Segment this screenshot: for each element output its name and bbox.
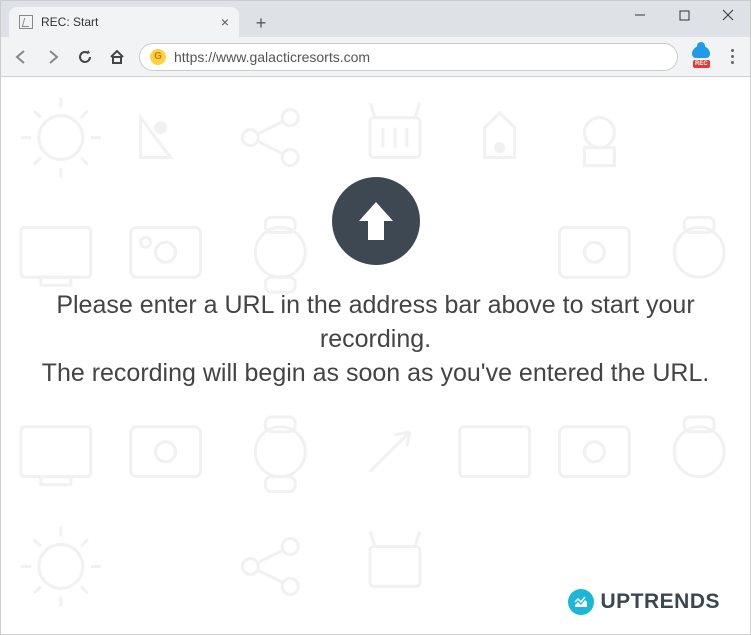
page-content: Please enter a URL in the address bar ab… [1, 77, 750, 635]
window-titlebar: REC: Start × + [1, 1, 750, 37]
recorder-extension-icon[interactable]: REC [690, 46, 712, 68]
home-button[interactable] [107, 47, 127, 67]
close-tab-icon[interactable]: × [221, 14, 229, 30]
forward-button[interactable] [43, 47, 63, 67]
new-tab-button[interactable]: + [247, 9, 275, 37]
reload-button[interactable] [75, 47, 95, 67]
browser-tab[interactable]: REC: Start × [9, 7, 239, 37]
brand-name: UPTRENDS [600, 590, 720, 614]
window-controls [618, 1, 750, 29]
instruction-message: Please enter a URL in the address bar ab… [1, 77, 750, 390]
maximize-button[interactable] [662, 1, 706, 29]
uptrends-logo-icon [568, 589, 594, 615]
file-icon [19, 15, 33, 29]
site-favicon-icon: G [150, 49, 166, 65]
url-input[interactable] [174, 49, 667, 65]
brand-footer: UPTRENDS [568, 589, 720, 615]
arrow-up-icon [332, 177, 420, 265]
message-text: Please enter a URL in the address bar ab… [1, 289, 750, 390]
minimize-button[interactable] [618, 1, 662, 29]
browser-menu-button[interactable] [724, 49, 740, 64]
message-line-2: The recording will begin as soon as you'… [21, 357, 730, 391]
back-button[interactable] [11, 47, 31, 67]
close-window-button[interactable] [706, 1, 750, 29]
browser-toolbar: G REC [1, 37, 750, 77]
tab-title: REC: Start [41, 15, 213, 29]
message-line-1: Please enter a URL in the address bar ab… [21, 289, 730, 357]
address-bar[interactable]: G [139, 43, 678, 71]
rec-badge: REC [693, 60, 710, 68]
